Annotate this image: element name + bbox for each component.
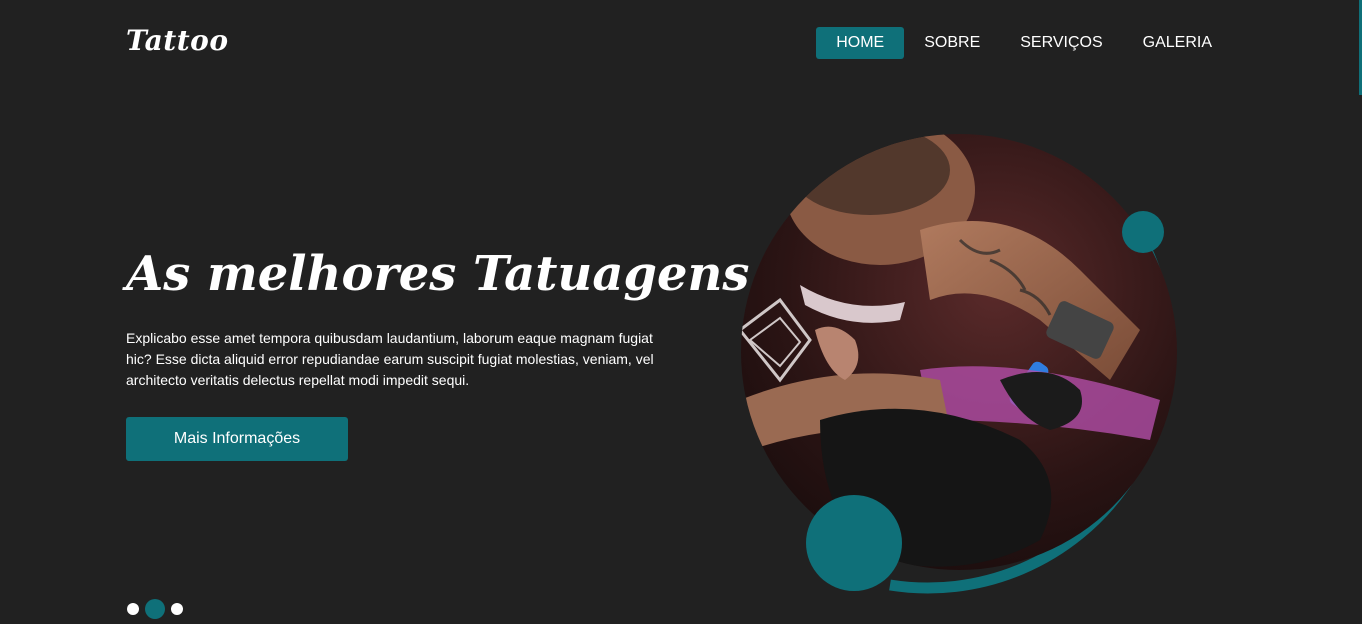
slider-dot-1[interactable] <box>127 603 139 615</box>
nav-item-home[interactable]: HOME <box>816 27 905 59</box>
tattoo-artist-photo <box>741 134 1177 570</box>
nav-item-sobre[interactable]: SOBRE <box>904 27 1000 59</box>
hero-description: Explicabo esse amet tempora quibusdam la… <box>126 330 654 388</box>
slider-dot-2[interactable] <box>145 599 165 619</box>
logo[interactable]: Tattoo <box>126 24 229 57</box>
hero-image-frame <box>720 120 1220 600</box>
slider-dot-3[interactable] <box>171 603 183 615</box>
accent-dot-small <box>1122 211 1164 253</box>
hero-image-svg <box>741 134 1177 594</box>
hero-title: As melhores Tatuagens <box>126 246 750 302</box>
main-nav: HOME SOBRE SERVIÇOS GALERIA <box>816 27 1232 59</box>
more-info-button[interactable]: Mais Informações <box>126 417 348 461</box>
nav-item-galeria[interactable]: GALERIA <box>1123 27 1232 59</box>
slider-dots <box>127 599 183 619</box>
page: Tattoo HOME SOBRE SERVIÇOS GALERIA As me… <box>0 0 1362 624</box>
nav-item-servicos[interactable]: SERVIÇOS <box>1000 27 1122 59</box>
accent-dot-large <box>806 495 902 591</box>
